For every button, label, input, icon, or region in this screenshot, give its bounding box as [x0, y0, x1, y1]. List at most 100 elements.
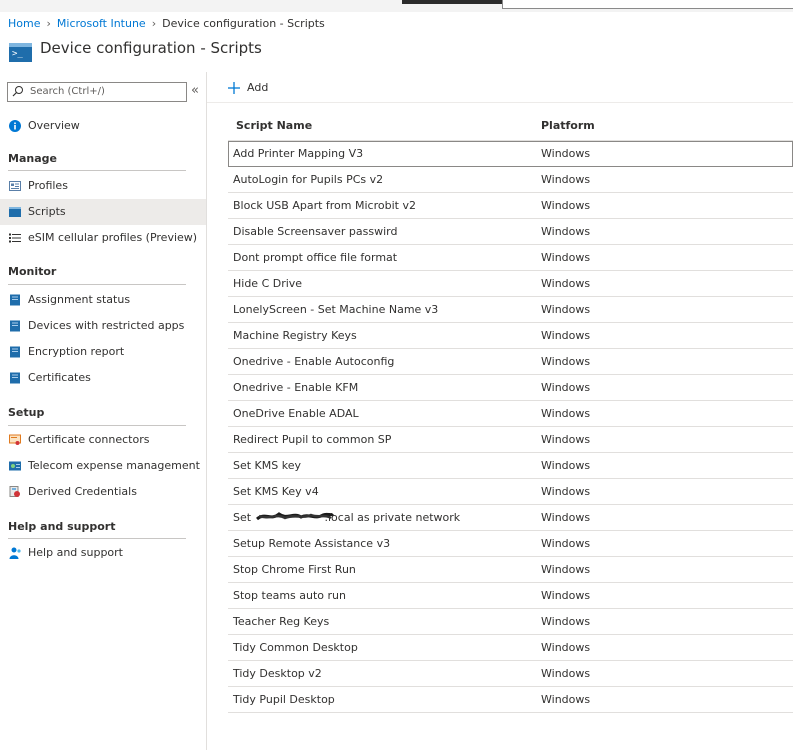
- table-row[interactable]: Set KMS key Windows: [228, 453, 793, 479]
- table-row[interactable]: Set KMS Key v4 Windows: [228, 479, 793, 505]
- browser-top-strip: [0, 0, 793, 12]
- sidebar-item-encryption-report[interactable]: Encryption report: [0, 339, 206, 365]
- sidebar-item-telecom-expense[interactable]: Telecom expense management: [0, 453, 206, 479]
- table-row[interactable]: Tidy Common Desktop Windows: [228, 635, 793, 661]
- sidebar-item-derived-credentials[interactable]: Derived Credentials: [0, 479, 206, 505]
- cell-script-name[interactable]: Onedrive - Enable KFM: [233, 381, 358, 394]
- cell-script-name[interactable]: Tidy Common Desktop: [233, 641, 358, 654]
- table-header: Script Name Platform: [228, 114, 793, 141]
- table-row[interactable]: Hide C Drive Windows: [228, 271, 793, 297]
- main-content: Add Script Name Platform Add Printer Map…: [207, 72, 793, 750]
- column-header-platform[interactable]: Platform: [541, 119, 595, 132]
- cell-script-name[interactable]: Tidy Pupil Desktop: [233, 693, 335, 706]
- section-divider: [8, 538, 186, 539]
- search-input[interactable]: [30, 84, 180, 98]
- table-row[interactable]: Machine Registry Keys Windows: [228, 323, 793, 349]
- column-header-script-name[interactable]: Script Name: [236, 119, 312, 132]
- cell-script-name[interactable]: LonelyScreen - Set Machine Name v3: [233, 303, 438, 316]
- info-icon: [9, 120, 21, 132]
- search-box[interactable]: [7, 82, 187, 102]
- report-book-icon: [10, 372, 20, 384]
- cell-platform: Windows: [541, 381, 591, 394]
- sidebar-item-help-support[interactable]: Help and support: [0, 540, 206, 566]
- table-row[interactable]: Dont prompt office file format Windows: [228, 245, 793, 271]
- cell-platform: Windows: [541, 641, 591, 654]
- telecom-icon: [9, 461, 21, 471]
- sidebar-item-restricted-apps[interactable]: Devices with restricted apps: [0, 313, 206, 339]
- table-row[interactable]: Redirect Pupil to common SP Windows: [228, 427, 793, 453]
- table-row[interactable]: Setup Remote Assistance v3 Windows: [228, 531, 793, 557]
- command-bar: Add: [207, 72, 793, 103]
- sidebar-item-assignment-status[interactable]: Assignment status: [0, 287, 206, 313]
- cell-script-name[interactable]: Hide C Drive: [233, 277, 302, 290]
- table-row[interactable]: OneDrive Enable ADAL Windows: [228, 401, 793, 427]
- plus-icon: [228, 82, 240, 94]
- cell-script-name[interactable]: Stop teams auto run: [233, 589, 346, 602]
- table-row[interactable]: Onedrive - Enable Autoconfig Windows: [228, 349, 793, 375]
- sidebar-item-certificate-connectors[interactable]: Certificate connectors: [0, 427, 206, 453]
- certificate-icon: [9, 434, 21, 445]
- section-divider: [8, 425, 186, 426]
- cell-script-name[interactable]: Set KMS Key v4: [233, 485, 319, 498]
- section-divider: [8, 284, 186, 285]
- cell-script-name[interactable]: Tidy Desktop v2: [233, 667, 322, 680]
- cell-script-name[interactable]: Redirect Pupil to common SP: [233, 433, 391, 446]
- table-row[interactable]: Stop Chrome First Run Windows: [228, 557, 793, 583]
- table-row[interactable]: Onedrive - Enable KFM Windows: [228, 375, 793, 401]
- section-header-setup: Setup: [8, 406, 45, 419]
- cell-script-name[interactable]: Teacher Reg Keys: [233, 615, 329, 628]
- breadcrumb-current: Device configuration - Scripts: [162, 17, 325, 30]
- cell-script-name[interactable]: Setup Remote Assistance v3: [233, 537, 390, 550]
- sidebar-item-profiles[interactable]: Profiles: [0, 173, 206, 199]
- cell-script-name[interactable]: OneDrive Enable ADAL: [233, 407, 359, 420]
- table-row[interactable]: Add Printer Mapping V3 Windows: [228, 141, 793, 167]
- breadcrumb-intune[interactable]: Microsoft Intune: [57, 17, 146, 30]
- cell-platform: Windows: [541, 485, 591, 498]
- table-row[interactable]: Set .local as private network Windows: [228, 505, 793, 531]
- cell-script-name[interactable]: Onedrive - Enable Autoconfig: [233, 355, 394, 368]
- cell-platform: Windows: [541, 329, 591, 342]
- breadcrumb-home[interactable]: Home: [8, 17, 40, 30]
- sidebar-item-label: Profiles: [28, 179, 68, 192]
- table-row[interactable]: AutoLogin for Pupils PCs v2 Windows: [228, 167, 793, 193]
- page-header: >_ Device configuration - Scripts: [0, 35, 793, 71]
- sidebar-item-certificates[interactable]: Certificates: [0, 365, 206, 391]
- page-title: Device configuration - Scripts: [40, 39, 262, 57]
- cell-script-name[interactable]: Machine Registry Keys: [233, 329, 357, 342]
- report-book-icon: [10, 294, 20, 306]
- report-book-icon: [10, 320, 20, 332]
- collapse-sidebar-icon[interactable]: «: [191, 83, 199, 99]
- table-row[interactable]: Tidy Desktop v2 Windows: [228, 661, 793, 687]
- cell-script-name[interactable]: Stop Chrome First Run: [233, 563, 356, 576]
- section-header-monitor: Monitor: [8, 265, 57, 278]
- add-button-label: Add: [247, 81, 269, 94]
- table-row[interactable]: Stop teams auto run Windows: [228, 583, 793, 609]
- table-row[interactable]: Teacher Reg Keys Windows: [228, 609, 793, 635]
- cell-script-name[interactable]: Disable Screensaver passwird: [233, 225, 397, 238]
- cell-script-name[interactable]: Add Printer Mapping V3: [233, 147, 363, 160]
- sidebar-item-label: Encryption report: [28, 345, 125, 358]
- table-row[interactable]: Disable Screensaver passwird Windows: [228, 219, 793, 245]
- sidebar-item-overview[interactable]: Overview: [0, 113, 206, 139]
- table-body: Add Printer Mapping V3 Windows AutoLogin f…: [228, 141, 793, 713]
- cell-platform: Windows: [541, 407, 591, 420]
- section-divider: [8, 170, 186, 171]
- cell-script-name[interactable]: Set KMS key: [233, 459, 301, 472]
- table-row[interactable]: Block USB Apart from Microbit v2 Windows: [228, 193, 793, 219]
- top-strip-field: [502, 0, 793, 9]
- table-row[interactable]: LonelyScreen - Set Machine Name v3 Window…: [228, 297, 793, 323]
- cell-script-name[interactable]: Block USB Apart from Microbit v2: [233, 199, 416, 212]
- cell-platform: Windows: [541, 563, 591, 576]
- cell-script-name[interactable]: Dont prompt office file format: [233, 251, 397, 264]
- sidebar-item-label: Help and support: [28, 546, 123, 559]
- table-row[interactable]: Tidy Pupil Desktop Windows: [228, 687, 793, 713]
- search-icon: [12, 86, 23, 97]
- profiles-icon: [9, 181, 21, 191]
- sidebar-item-esim[interactable]: eSIM cellular profiles (Preview): [0, 225, 206, 251]
- cell-script-name[interactable]: AutoLogin for Pupils PCs v2: [233, 173, 383, 186]
- sidebar-item-label: Devices with restricted apps: [28, 319, 185, 332]
- sidebar-item-scripts[interactable]: Scripts: [0, 199, 206, 225]
- sidebar: « Overview Manage Profiles Scripts: [0, 72, 207, 750]
- sidebar-item-label: Derived Credentials: [28, 485, 137, 498]
- cell-platform: Windows: [541, 199, 591, 212]
